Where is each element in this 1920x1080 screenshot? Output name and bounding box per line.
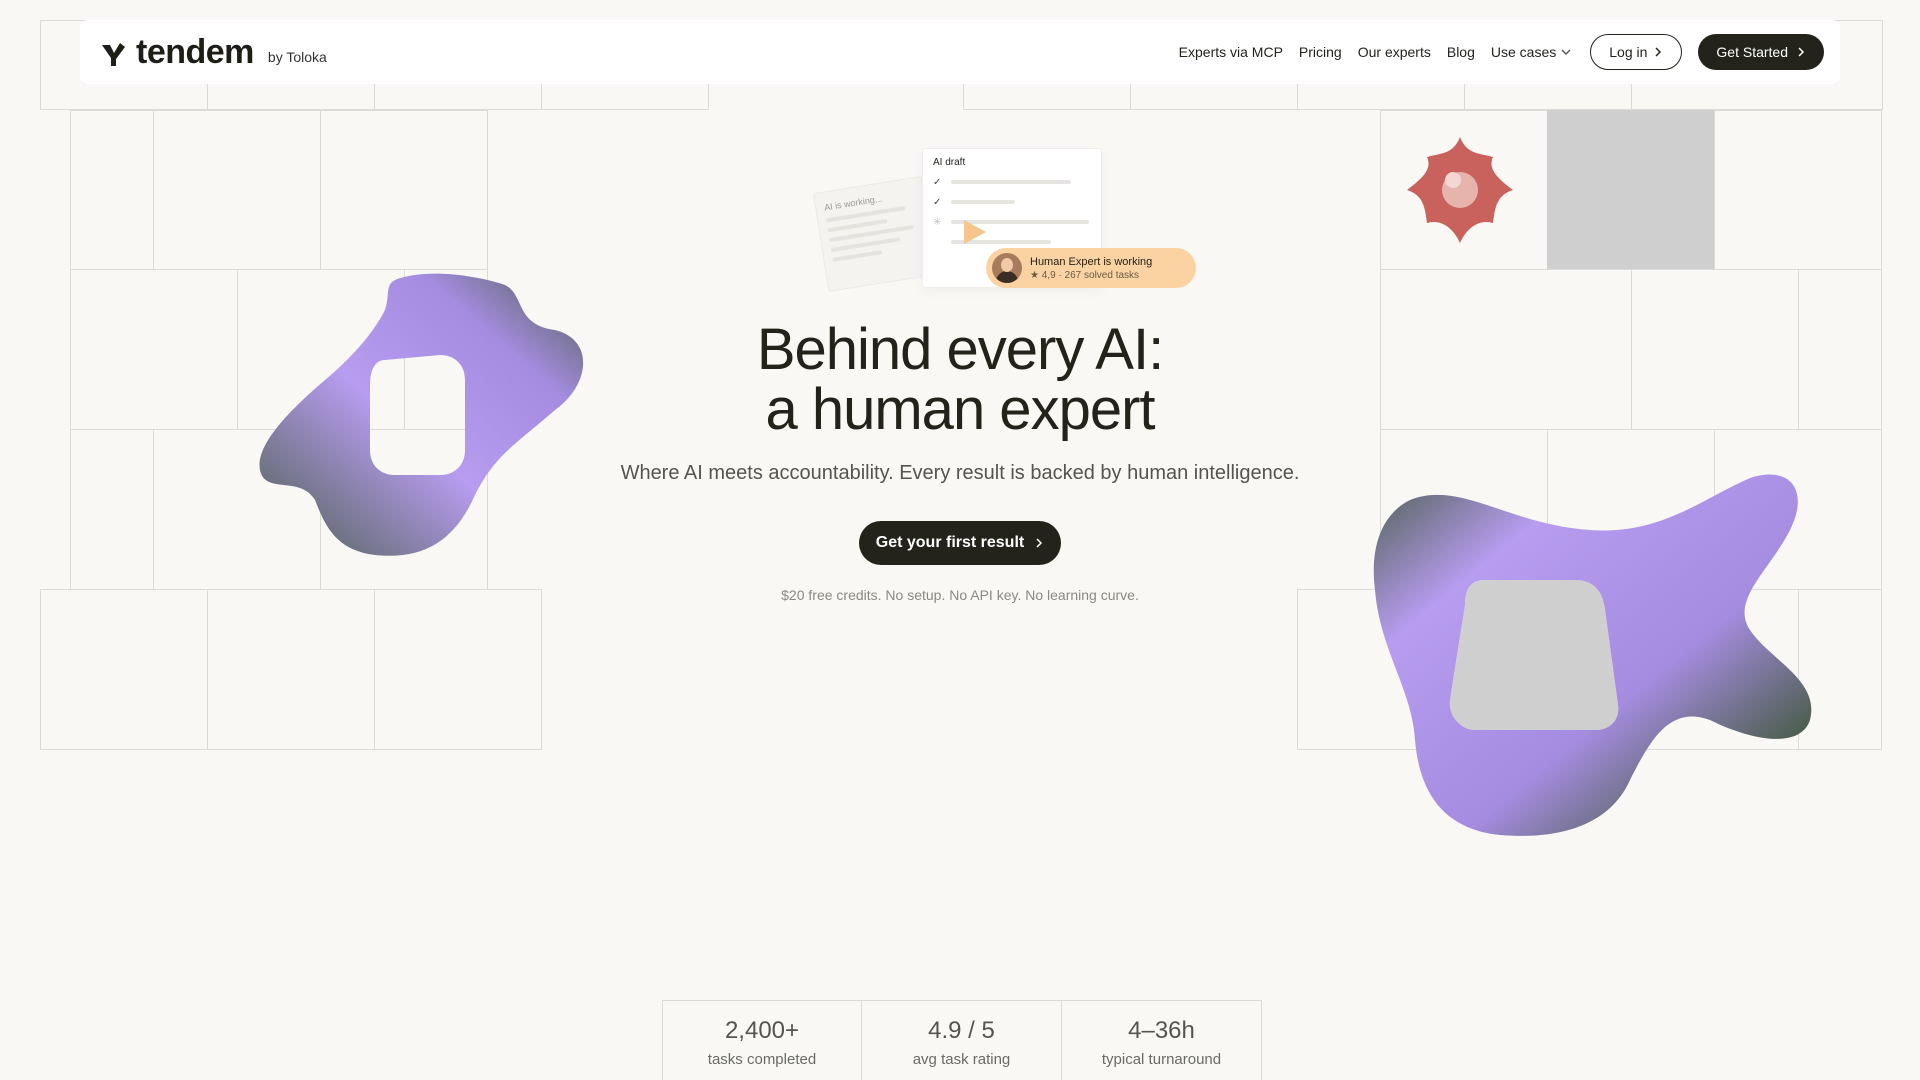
brand-by-toloka: by Toloka [267, 49, 327, 65]
hero-section: Behind every AI: a human expert Where AI… [0, 320, 1920, 604]
expert-status-pill: Human Expert is working ★ 4,9 · 267 solv… [986, 248, 1196, 288]
expert-tasks: 267 solved tasks [1064, 269, 1140, 281]
hero-title: Behind every AI: a human expert [0, 320, 1920, 440]
star-icon: ★ [1030, 269, 1039, 281]
check-icon: ✓ [933, 196, 942, 208]
stat-value: 4–36h [1128, 1017, 1195, 1044]
loading-spinner-icon: ✳ [933, 216, 942, 228]
stats-row: 2,400+ tasks completed 4.9 / 5 avg task … [662, 1000, 1262, 1080]
ai-working-card: AI is working... [812, 176, 938, 292]
cursor-pointer-icon [964, 220, 986, 244]
nav-link-experts-via-mcp[interactable]: Experts via MCP [1179, 44, 1283, 60]
brand-logo[interactable]: tendem by Toloka [100, 33, 327, 71]
ai-expert-illustration: AI is working... AI draft ✓ ✓ ✳ Human Ex… [812, 148, 1200, 298]
stat-turnaround: 4–36h typical turnaround [1062, 1000, 1262, 1080]
top-navbar: tendem by Toloka Experts via MCP Pricing… [80, 20, 1840, 84]
nav-use-cases-dropdown[interactable]: Use cases [1491, 44, 1572, 60]
stat-label: avg task rating [912, 1051, 1011, 1068]
use-cases-label: Use cases [1490, 44, 1557, 60]
login-button[interactable]: Log in [1590, 34, 1683, 70]
hero-subtitle: Where AI meets accountability. Every res… [620, 462, 1300, 484]
expert-rating: 4,9 [1041, 269, 1056, 281]
stat-label: typical turnaround [1101, 1051, 1222, 1068]
stat-avg-rating: 4.9 / 5 avg task rating [862, 1000, 1062, 1080]
stat-label: tasks completed [707, 1051, 817, 1068]
cta-label: Get your first result [875, 534, 1025, 551]
get-started-button[interactable]: Get Started [1698, 34, 1824, 70]
check-icon: ✓ [933, 176, 942, 188]
expert-meta: ★ 4,9 · 267 solved tasks [1030, 269, 1140, 281]
ai-draft-label: AI draft [933, 157, 966, 168]
chevron-right-icon [1655, 47, 1662, 57]
tendem-logo-icon [102, 43, 125, 66]
nav-link-our-experts[interactable]: Our experts [1358, 44, 1431, 60]
expert-avatar [992, 253, 1022, 283]
get-started-label: Get Started [1716, 44, 1788, 60]
hero-title-line2: a human expert [765, 377, 1155, 442]
chevron-right-icon [1036, 538, 1043, 548]
ai-working-label: AI is working... [823, 193, 883, 213]
stat-tasks-completed: 2,400+ tasks completed [662, 1000, 862, 1080]
red-crystal-blob [1407, 137, 1513, 243]
hero-title-line1: Behind every AI: [756, 317, 1164, 382]
expert-status-text: Human Expert is working [1030, 255, 1153, 268]
chevron-down-icon [1561, 49, 1571, 55]
get-first-result-button[interactable]: Get your first result [859, 521, 1061, 565]
stat-value: 2,400+ [724, 1017, 800, 1044]
login-label: Log in [1609, 44, 1648, 60]
nav-link-pricing[interactable]: Pricing [1299, 44, 1342, 60]
nav-link-blog[interactable]: Blog [1447, 44, 1475, 60]
brand-name: tendem [136, 33, 254, 71]
chevron-right-icon [1798, 47, 1805, 57]
stat-value: 4.9 / 5 [928, 1017, 995, 1044]
cta-note: $20 free credits. No setup. No API key. … [781, 587, 1139, 603]
